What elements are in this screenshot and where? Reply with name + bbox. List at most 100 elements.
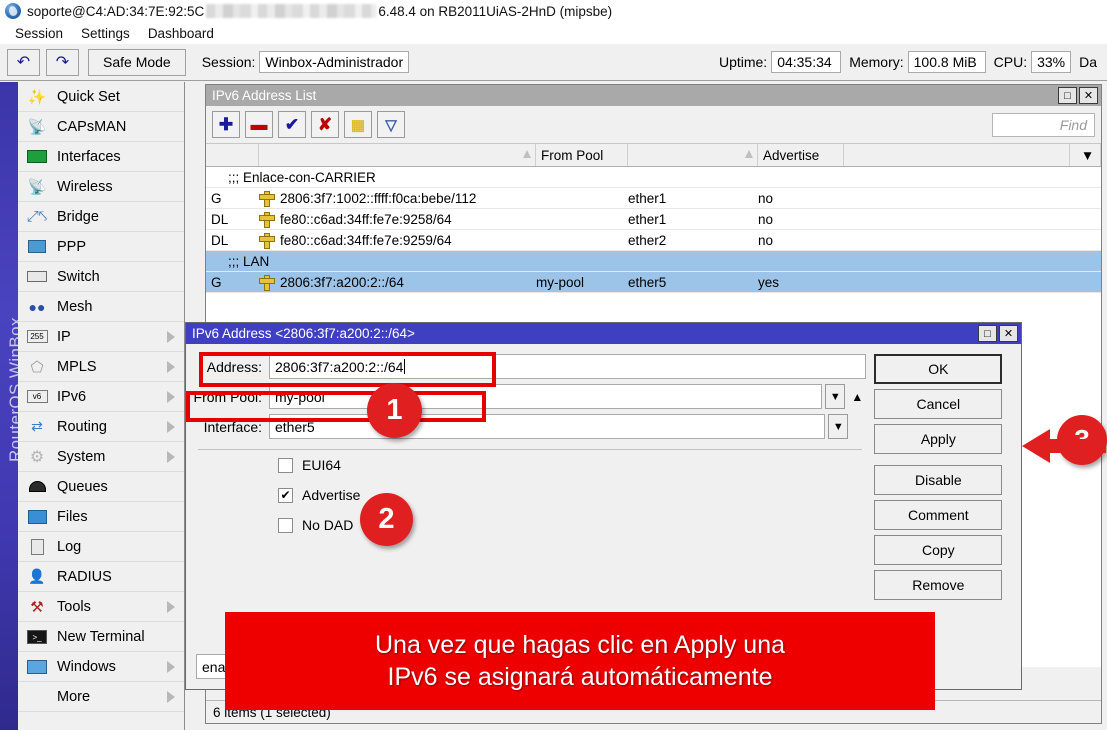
chevron-right-icon xyxy=(167,421,175,433)
sidebar-item-interfaces[interactable]: Interfaces xyxy=(18,142,184,172)
table-row[interactable]: DLfe80::c6ad:34ff:fe7e:9259/64ether2no xyxy=(206,230,1101,251)
sidebar-item-ipv6[interactable]: v6IPv6 xyxy=(18,382,184,412)
chevron-right-icon xyxy=(167,601,175,613)
eui64-checkbox[interactable] xyxy=(278,458,293,473)
sidebar-item-log[interactable]: Log xyxy=(18,532,184,562)
sidebar-item-tools[interactable]: ⚒Tools xyxy=(18,592,184,622)
column-header-interface[interactable] xyxy=(628,144,758,166)
safe-mode-button[interactable]: Safe Mode xyxy=(88,49,186,76)
app-title-bar: soporte@C4:AD:34:7E:92:5C 6.48.4 on RB20… xyxy=(0,0,1107,22)
menu-item-settings[interactable]: Settings xyxy=(72,25,139,42)
no-dad-checkbox[interactable] xyxy=(278,518,293,533)
sidebar-item-label: More xyxy=(57,689,90,705)
annotation-rect-address xyxy=(199,352,496,387)
add-button[interactable]: ✚ xyxy=(212,111,240,138)
redo-icon[interactable]: ↷ xyxy=(46,49,79,76)
sidebar-item-label: Windows xyxy=(57,659,116,675)
comment-button[interactable]: ▦ xyxy=(344,111,372,138)
antenna-icon: 📡 xyxy=(24,116,50,138)
apply-button[interactable]: Apply xyxy=(874,424,1002,454)
search-input[interactable]: Find xyxy=(992,113,1095,137)
advertise-checkbox[interactable]: ✔ xyxy=(278,488,293,503)
filter-button[interactable]: ▽ xyxy=(377,111,405,138)
menu-item-session[interactable]: Session xyxy=(6,25,72,42)
sidebar-item-routing[interactable]: ⇄Routing xyxy=(18,412,184,442)
column-header-address[interactable] xyxy=(259,144,536,166)
comment-button[interactable]: Comment xyxy=(874,500,1002,530)
close-icon[interactable]: ✕ xyxy=(999,325,1018,342)
column-header-advertise[interactable]: Advertise xyxy=(758,144,844,166)
remove-button[interactable]: Remove xyxy=(874,570,1002,600)
sidebar-item-more[interactable]: More xyxy=(18,682,184,712)
enable-button[interactable]: ✔ xyxy=(278,111,306,138)
main-toolbar: ↶ ↷ Safe Mode Session: Winbox-Administra… xyxy=(0,44,1107,81)
address-text: 2806:3f7:1002::ffff:f0ca:bebe/112 xyxy=(280,191,476,206)
sidebar-item-switch[interactable]: Switch xyxy=(18,262,184,292)
column-header-from-pool[interactable]: From Pool xyxy=(536,144,628,166)
table-row[interactable]: G2806:3f7:1002::ffff:f0ca:bebe/112ether1… xyxy=(206,188,1101,209)
date-label: Da xyxy=(1079,54,1097,70)
address-text: fe80::c6ad:34ff:fe7e:9259/64 xyxy=(280,233,452,248)
from-pool-collapse-icon[interactable]: ▲ xyxy=(848,384,866,409)
sidebar-item-ppp[interactable]: PPP xyxy=(18,232,184,262)
table-row[interactable]: DLfe80::c6ad:34ff:fe7e:9258/64ether1no xyxy=(206,209,1101,230)
app-title-suffix: 6.48.4 on RB2011UiAS-2HnD (mipsbe) xyxy=(378,4,612,19)
eui64-row[interactable]: EUI64 xyxy=(186,450,874,480)
chevron-right-icon xyxy=(167,361,175,373)
radius-key-icon: 👤 xyxy=(24,566,50,588)
cancel-button[interactable]: Cancel xyxy=(874,389,1002,419)
sidebar-item-mpls[interactable]: ⬠MPLS xyxy=(18,352,184,382)
sidebar-item-quick-set[interactable]: ✨Quick Set xyxy=(18,82,184,112)
sidebar-item-radius[interactable]: 👤RADIUS xyxy=(18,562,184,592)
sidebar-item-mesh[interactable]: ●●Mesh xyxy=(18,292,184,322)
maximize-icon[interactable]: □ xyxy=(978,325,997,342)
advertise-label: Advertise xyxy=(302,487,360,503)
dialog-title: IPv6 Address <2806:3f7:a200:2::/64> xyxy=(192,326,415,341)
sidebar-item-files[interactable]: Files xyxy=(18,502,184,532)
cell-interface: ether1 xyxy=(628,191,758,206)
disable-button[interactable]: Disable xyxy=(874,465,1002,495)
sidebar-item-label: Tools xyxy=(57,599,91,615)
maximize-icon[interactable]: □ xyxy=(1058,87,1077,104)
copy-button[interactable]: Copy xyxy=(874,535,1002,565)
sidebar-item-windows[interactable]: Windows xyxy=(18,652,184,682)
remove-button[interactable]: ▬ xyxy=(245,111,273,138)
close-icon[interactable]: ✕ xyxy=(1079,87,1098,104)
sidebar-item-ip[interactable]: 255IP xyxy=(18,322,184,352)
ok-button[interactable]: OK xyxy=(874,354,1002,384)
sidebar-item-bridge[interactable]: ⤢⤣Bridge xyxy=(18,202,184,232)
table-row-comment[interactable]: ;;; Enlace-con-CARRIER xyxy=(206,167,1101,188)
sidebar-item-label: IPv6 xyxy=(57,389,86,405)
sidebar-item-new-terminal[interactable]: >_New Terminal xyxy=(18,622,184,652)
interface-dropdown-icon[interactable]: ▼ xyxy=(828,414,848,439)
address-marker-icon xyxy=(259,191,273,205)
sidebar-item-capsman[interactable]: 📡CAPsMAN xyxy=(18,112,184,142)
cell-advertise: no xyxy=(758,212,844,227)
no-dad-row[interactable]: No DAD xyxy=(186,510,874,540)
sidebar-item-label: System xyxy=(57,449,105,465)
session-field[interactable]: Winbox-Administrador xyxy=(259,51,409,73)
list-toolbar: ✚ ▬ ✔ ✘ ▦ ▽ Find xyxy=(206,106,1101,144)
from-pool-dropdown-icon[interactable]: ▼ xyxy=(825,384,845,409)
table-row-comment[interactable]: ;;; LAN xyxy=(206,251,1101,272)
chevron-right-icon xyxy=(167,661,175,673)
chevron-down-icon[interactable]: ▼ xyxy=(1070,144,1101,166)
sidebar-item-wireless[interactable]: 📡Wireless xyxy=(18,172,184,202)
no-dad-label: No DAD xyxy=(302,517,353,533)
menu-item-dashboard[interactable]: Dashboard xyxy=(139,25,223,42)
sidebar-item-system[interactable]: ⚙System xyxy=(18,442,184,472)
redacted-title-region xyxy=(206,4,376,18)
column-header-flags[interactable] xyxy=(206,144,259,166)
uptime-label: Uptime: xyxy=(719,54,767,70)
annotation-step-2: 2 xyxy=(360,493,413,546)
cell-flags: G xyxy=(206,275,259,290)
advertise-row[interactable]: ✔ Advertise xyxy=(186,480,874,510)
disable-button[interactable]: ✘ xyxy=(311,111,339,138)
monitor-icon xyxy=(24,656,50,678)
sidebar-item-queues[interactable]: Queues xyxy=(18,472,184,502)
table-row[interactable]: G2806:3f7:a200:2::/64my-poolether5yes xyxy=(206,272,1101,293)
cell-flags: DL xyxy=(206,212,259,227)
log-icon xyxy=(24,536,50,558)
undo-icon[interactable]: ↶ xyxy=(7,49,40,76)
gauge-icon xyxy=(24,476,50,498)
